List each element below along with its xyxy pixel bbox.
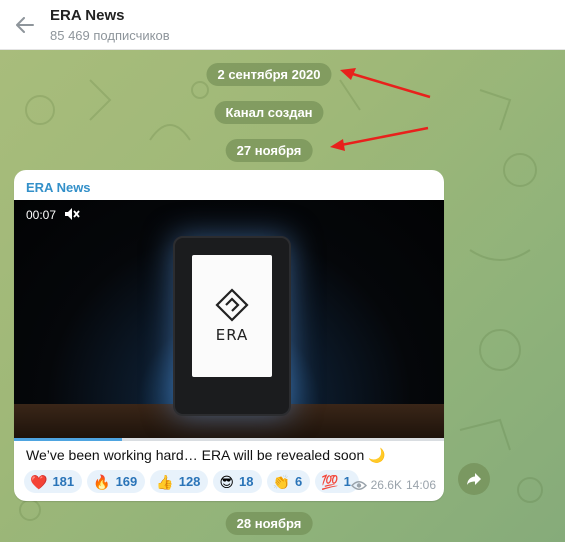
hundred-points-icon: 💯 (321, 473, 339, 490)
reaction-thumbs-up[interactable]: 👍 128 (150, 470, 209, 493)
reaction-count: 18 (239, 474, 254, 489)
heart-icon: ❤️ (30, 473, 48, 490)
post-author[interactable]: ERA News (26, 180, 91, 195)
date-separator: 2 сентября 2020 (206, 63, 332, 86)
reactions-bar: ❤️ 181 🔥 169 👍 128 😎 18 👏 6 💯 1 (24, 470, 359, 493)
share-arrow-icon (467, 473, 481, 485)
fire-icon: 🔥 (93, 473, 111, 490)
post-caption: We’ve been working hard… ERA will be rev… (26, 447, 386, 463)
reaction-clap[interactable]: 👏 6 (266, 470, 311, 493)
brand-label: ERA (215, 326, 249, 344)
clapping-hands-icon: 👏 (272, 473, 290, 490)
video-player[interactable]: ERA 00:07 (14, 200, 444, 438)
view-count: 26.6K (370, 478, 402, 492)
subscriber-count: 85 469 подписчиков (50, 27, 170, 43)
reaction-count: 169 (115, 474, 138, 489)
channel-post[interactable]: ERA News ERA 00:07 We’ve been working ha… (14, 170, 444, 501)
video-time: 00:07 (26, 208, 57, 222)
phone-device: ERA (173, 236, 291, 416)
service-message-channel-created: Канал создан (214, 101, 324, 124)
video-progress-bar[interactable] (14, 438, 444, 441)
reaction-heart[interactable]: ❤️ 181 (24, 470, 83, 493)
post-time: 14:06 (405, 478, 436, 492)
share-button[interactable] (458, 463, 490, 495)
reaction-fire[interactable]: 🔥 169 (87, 470, 146, 493)
reaction-count: 181 (52, 474, 75, 489)
sunglasses-face-icon: 😎 (219, 473, 235, 490)
reaction-count: 128 (178, 474, 201, 489)
eye-icon (350, 480, 367, 490)
date-separator: 28 ноября (225, 512, 313, 535)
thumbs-up-icon: 👍 (156, 473, 174, 490)
date-separator: 27 ноября (225, 139, 313, 162)
back-button[interactable] (0, 0, 50, 50)
reaction-count: 6 (294, 474, 303, 489)
era-logo-icon (215, 288, 249, 322)
muted-speaker-icon[interactable] (64, 207, 80, 221)
video-progress-fill (14, 438, 122, 441)
chat-header: ERA News 85 469 подписчиков (0, 0, 565, 50)
arrow-left-icon (16, 16, 34, 33)
reaction-sunglasses[interactable]: 😎 18 (213, 470, 262, 493)
phone-screen: ERA (192, 255, 272, 377)
channel-info[interactable]: ERA News 85 469 подписчиков (50, 7, 170, 43)
post-meta: 26.6K 14:06 (350, 478, 436, 492)
channel-title: ERA News (50, 6, 125, 24)
